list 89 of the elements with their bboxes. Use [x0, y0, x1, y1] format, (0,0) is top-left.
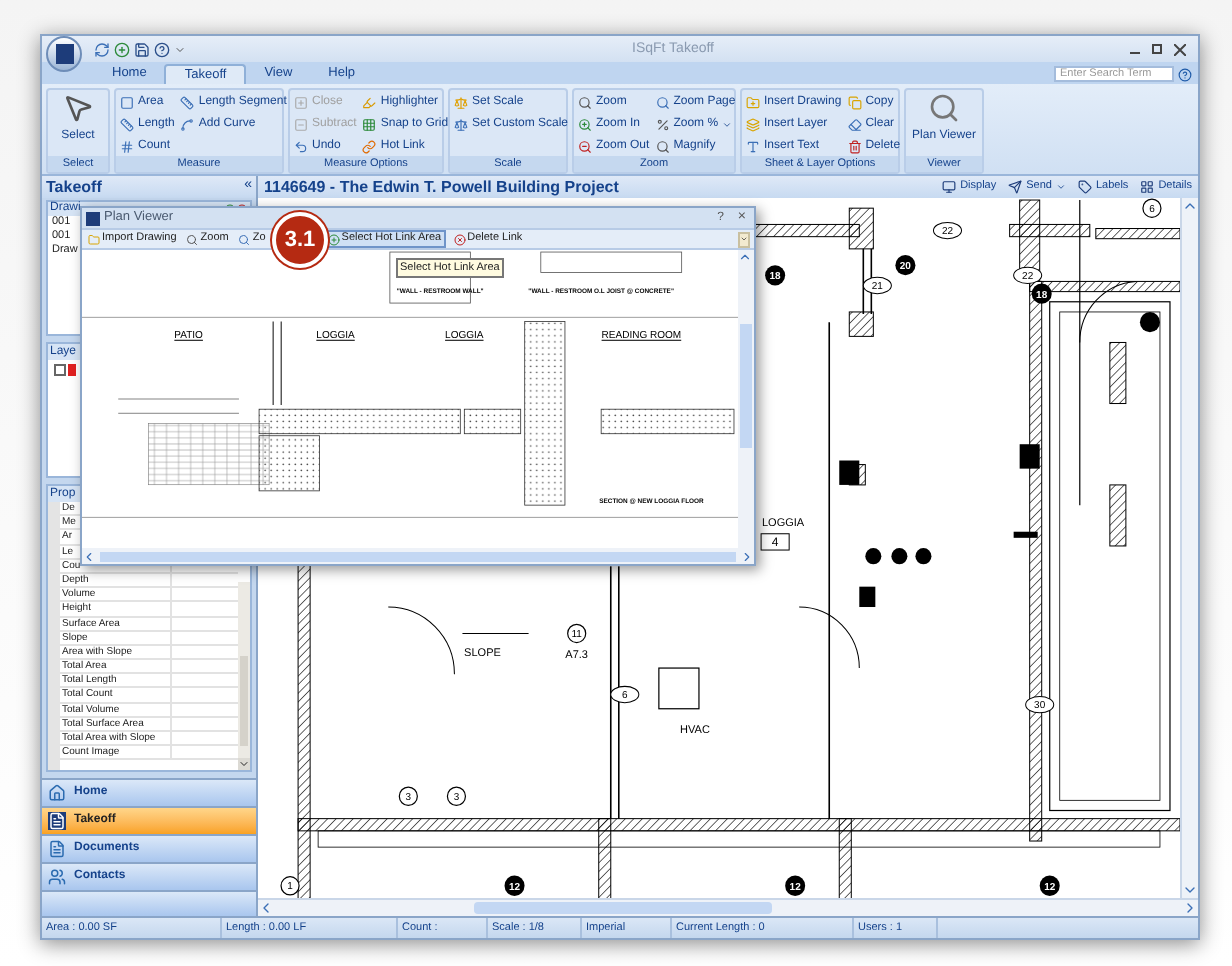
hatched-wall: [1109, 341, 1127, 405]
plus-circle-icon: [327, 233, 340, 245]
text-icon: [746, 139, 760, 153]
grid-icon: [362, 117, 377, 131]
zoom-out-icon: [578, 139, 592, 153]
undo-icon: [294, 139, 308, 153]
wall-line: [862, 248, 873, 315]
curve-icon: [180, 117, 195, 131]
plan-block: [839, 460, 860, 485]
document-icon: [48, 840, 66, 858]
details-icon: [1140, 180, 1155, 194]
ruler-icon: [120, 117, 134, 131]
delete-icon: [453, 233, 466, 245]
scroll-left-icon[interactable]: [258, 900, 274, 916]
help-icon[interactable]: [1178, 67, 1192, 81]
search-icon: [238, 233, 251, 245]
search-icon: [186, 233, 199, 245]
plan-box: [658, 667, 700, 710]
save-icon[interactable]: [134, 41, 150, 57]
add-icon[interactable]: [114, 41, 130, 57]
vertical-scrollbar[interactable]: [1180, 198, 1198, 898]
pointer-icon: [62, 92, 94, 124]
refresh-icon[interactable]: [94, 41, 110, 57]
ruler-icon: [180, 95, 195, 109]
plan-dot: [865, 548, 882, 565]
app-logo-icon[interactable]: [46, 36, 82, 72]
magnifier-icon: [927, 92, 960, 124]
detail-frame: [540, 251, 683, 273]
send-icon: [1008, 180, 1023, 194]
tag-icon: [1077, 180, 1092, 194]
hatched-wall: [848, 311, 874, 337]
contacts-icon: [48, 868, 66, 886]
search-icon: [578, 95, 592, 109]
horizontal-scrollbar[interactable]: [82, 548, 754, 564]
highlighter-icon: [362, 95, 377, 109]
app-logo-icon: [86, 211, 100, 225]
link-icon: [362, 139, 377, 153]
scroll-right-icon[interactable]: [1182, 900, 1198, 916]
scroll-up-icon[interactable]: [738, 250, 752, 264]
door-swing: [387, 606, 455, 675]
scale-icon: [454, 95, 468, 109]
percent-icon: [655, 117, 670, 131]
plus-square-icon: [294, 95, 308, 109]
minus-square-icon: [294, 117, 308, 131]
concrete-section: [600, 408, 735, 435]
scroll-right-icon[interactable]: [740, 549, 754, 563]
layers-icon: [746, 117, 760, 131]
close-icon[interactable]: [1174, 43, 1186, 55]
plan-dot: [891, 548, 908, 565]
plan-block: [859, 586, 876, 607]
scroll-left-icon[interactable]: [82, 549, 96, 563]
logo-icon: [48, 812, 66, 830]
home-icon: [48, 784, 66, 802]
door-swing: [1079, 280, 1137, 343]
caret-icon[interactable]: [174, 43, 186, 55]
hatched-wall: [1109, 484, 1127, 547]
eraser-icon: [847, 117, 862, 131]
panel-title: Takeoff: [46, 175, 102, 199]
trash-icon: [847, 139, 862, 153]
plan-dot: [1139, 311, 1160, 333]
plan-dot: [915, 548, 932, 565]
search-icon: [655, 95, 670, 109]
copy-icon: [847, 95, 862, 109]
scroll-up-icon[interactable]: [1182, 198, 1198, 214]
layer-checkbox[interactable]: [54, 364, 66, 376]
scale-icon: [454, 117, 468, 131]
paver-section: [148, 423, 270, 486]
plan-block: [1013, 531, 1038, 538]
scrollbar[interactable]: [238, 582, 250, 770]
wall-section-line: [272, 320, 282, 406]
help-icon[interactable]: [154, 41, 170, 57]
search-icon: [655, 139, 670, 153]
vertical-scrollbar[interactable]: [738, 250, 754, 548]
slope-line: [461, 632, 530, 634]
scroll-down-icon[interactable]: [1182, 882, 1198, 898]
scroll-down-icon[interactable]: [238, 758, 250, 770]
horizontal-scrollbar[interactable]: [258, 898, 1198, 916]
restore-icon[interactable]: [1152, 44, 1162, 54]
leader-line: [117, 398, 240, 414]
plan-block: [1019, 444, 1040, 469]
grid-icon: [120, 139, 134, 153]
hatched-wall: [1095, 228, 1180, 240]
folder-icon: [88, 233, 100, 245]
square-icon: [120, 95, 134, 109]
zoom-in-icon: [578, 117, 592, 131]
monitor-icon: [942, 180, 957, 194]
door-swing: [798, 606, 860, 669]
sheet-title: 1146649 - The Edwin T. Powell Building Project: [264, 175, 619, 199]
folder-icon: [746, 95, 760, 109]
